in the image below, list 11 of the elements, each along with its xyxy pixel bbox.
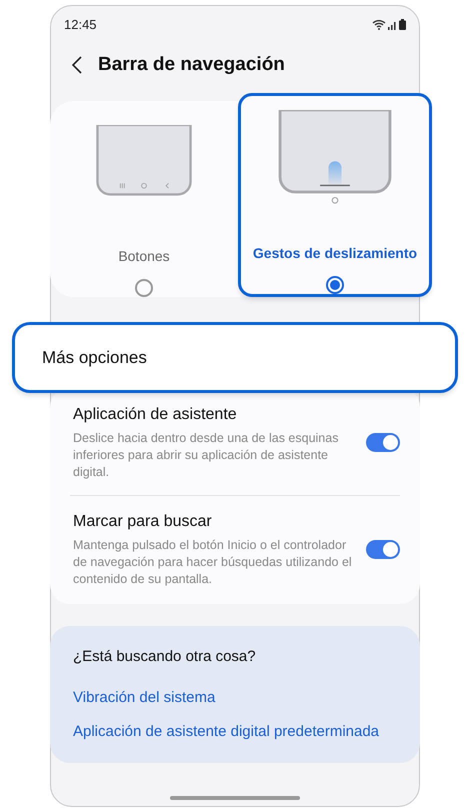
page-title: Barra de navegación: [98, 52, 285, 77]
suggestions-title: ¿Está buscando otra cosa?: [73, 647, 257, 667]
setting-description: Mantenga pulsado el botón Inicio o el controlador de navegación para hacer búsquedas utilizando el contenido de su pantalla.: [73, 537, 353, 588]
more-options-item[interactable]: Más opciones: [12, 322, 458, 393]
setting-description: Deslice hacia dentro desde una de las esquinas inferiores para abrir su aplicación de asistente digital.: [73, 430, 340, 481]
suggestion-link[interactable]: Vibración del sistema: [73, 686, 397, 708]
suggestion-link[interactable]: Aplicación de asistente digital predeterminada: [73, 720, 397, 742]
status-time: 12:45: [64, 16, 97, 34]
nav-option[interactable]: Gestos de deslizamiento: [238, 93, 432, 297]
setting-title: Marcar para buscar: [73, 512, 213, 532]
setting-title: Aplicación de asistente: [73, 405, 238, 425]
